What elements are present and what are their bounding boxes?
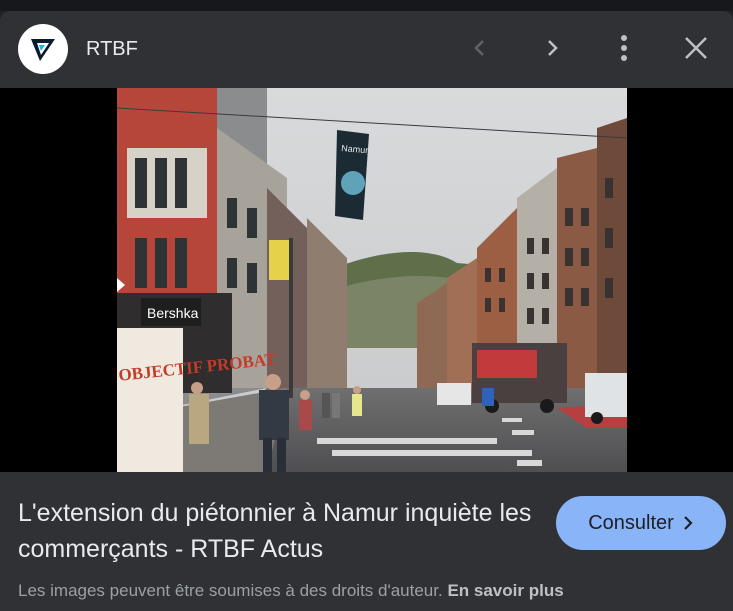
shop-sign: Bershka (147, 305, 199, 321)
image-viewer: Bershka OBJECTIF PROBAT Namur (0, 88, 733, 472)
consult-button[interactable]: Consulter (556, 496, 726, 550)
rtbf-logo-icon (31, 39, 55, 61)
close-icon (685, 37, 707, 59)
next-button[interactable] (534, 30, 570, 66)
close-button[interactable] (678, 30, 714, 66)
more-options-button[interactable] (606, 30, 642, 66)
learn-more-link[interactable]: En savoir plus (447, 581, 563, 600)
copyright-text: Les images peuvent être soumises à des d… (18, 581, 443, 600)
consult-label: Consulter (588, 511, 674, 534)
image-preview-panel: RTBF Bershka OBJECTIF PROBAT Namur L'ext… (0, 11, 733, 611)
window-top-strip (0, 0, 733, 11)
chevron-right-icon (548, 40, 558, 56)
more-vertical-icon (621, 35, 627, 61)
chevron-left-icon (474, 40, 484, 56)
source-name[interactable]: RTBF (86, 38, 138, 61)
copyright-notice: Les images peuvent être soumises à des d… (18, 581, 564, 601)
source-avatar[interactable] (18, 24, 68, 74)
result-title[interactable]: L'extension du piétonnier à Namur inquiè… (18, 495, 538, 567)
preview-image[interactable]: Bershka OBJECTIF PROBAT Namur (117, 88, 627, 472)
caret-right-icon (117, 278, 125, 292)
previous-button[interactable] (462, 30, 498, 66)
preview-header: RTBF (0, 11, 733, 88)
chevron-right-icon (684, 516, 693, 530)
